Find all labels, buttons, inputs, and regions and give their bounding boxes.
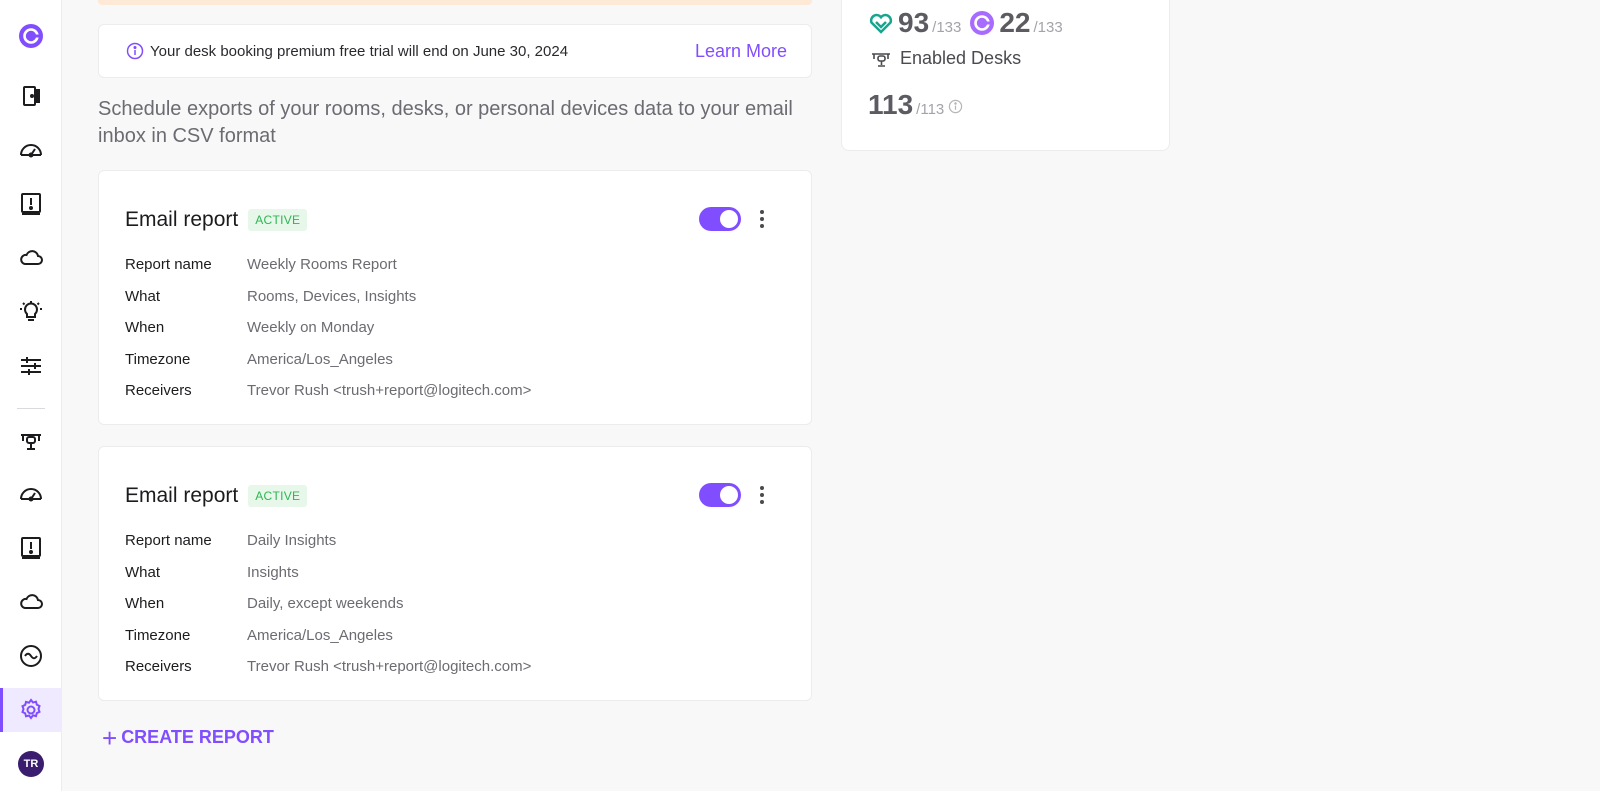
detail-row: Timezone America/Los_Angeles: [125, 344, 531, 376]
detail-label: What: [125, 563, 161, 581]
detail-label: What: [125, 287, 161, 305]
detail-row: Report name Weekly Rooms Report: [125, 249, 531, 281]
sync-logo-icon: [970, 11, 995, 35]
cloud-icon[interactable]: [0, 236, 62, 280]
detail-label: Report name: [125, 256, 212, 274]
create-report-label: CREATE REPORT: [121, 727, 274, 747]
report-title: Email report: [125, 484, 239, 507]
detail-label: When: [125, 595, 165, 613]
detail-value: America/Los_Angeles: [247, 626, 393, 644]
desk-chair-icon[interactable]: [0, 418, 62, 462]
healthy-total: /133: [932, 19, 962, 36]
detail-value: America/Los_Angeles: [247, 350, 393, 368]
page-description: Schedule exports of your rooms, desks, o…: [98, 98, 793, 147]
healthy-heart-icon: [869, 13, 893, 34]
plus-icon: +: [102, 722, 118, 753]
learn-more-link[interactable]: Learn More: [695, 41, 787, 62]
status-badge: ACTIVE: [248, 485, 308, 507]
detail-label: Receivers: [125, 382, 192, 400]
more-options-icon[interactable]: [753, 483, 771, 507]
detail-value: Trevor Rush <trush+report@logitech.com>: [247, 658, 532, 676]
healthy-count: 93: [898, 7, 930, 38]
detail-value: Weekly Rooms Report: [247, 256, 397, 274]
report-enabled-toggle[interactable]: [699, 207, 741, 231]
top-notice-strip: [98, 0, 812, 5]
toggle-knob: [720, 486, 738, 504]
dashboard-gauge-icon[interactable]: [0, 128, 62, 172]
more-options-icon[interactable]: [753, 207, 771, 231]
sync-total: /133: [1033, 19, 1063, 36]
alert-report-icon[interactable]: [0, 182, 62, 226]
report-card: Email report ACTIVE Report name Weekly R…: [98, 170, 812, 425]
avatar[interactable]: TR: [18, 751, 44, 777]
toggle-knob: [720, 210, 738, 228]
status-badge: ACTIVE: [248, 209, 308, 231]
detail-row: Report name Daily Insights: [125, 525, 531, 557]
detail-value: Daily Insights: [247, 532, 337, 550]
report-header: Email report ACTIVE: [125, 207, 308, 233]
report-enabled-toggle[interactable]: [699, 483, 741, 507]
desk-count: 113 /113: [868, 89, 963, 121]
sidebar-divider: [17, 408, 45, 409]
detail-label: Timezone: [125, 350, 191, 368]
report-details: Report name Weekly Rooms Report What Roo…: [125, 249, 531, 407]
report-details: Report name Daily Insights What Insights…: [125, 525, 531, 683]
detail-row: Timezone America/Los_Angeles: [125, 620, 531, 652]
desks-total: /113: [916, 101, 945, 118]
detail-value: Weekly on Monday: [247, 319, 375, 337]
detail-row: Receivers Trevor Rush <trush+report@logi…: [125, 375, 531, 407]
sidebar: TR: [0, 0, 62, 791]
detail-row: What Rooms, Devices, Insights: [125, 281, 531, 313]
dashboard-gauge-icon[interactable]: [0, 472, 62, 516]
report-title: Email report: [125, 208, 239, 231]
integrations-icon[interactable]: [0, 634, 62, 678]
trial-text: Your desk booking premium free trial wil…: [150, 42, 569, 60]
trial-banner: Your desk booking premium free trial wil…: [98, 24, 812, 78]
desks-count: 113: [868, 89, 914, 120]
detail-value: Rooms, Devices, Insights: [247, 287, 417, 305]
detail-value: Trevor Rush <trush+report@logitech.com>: [247, 382, 532, 400]
enabled-desks-header: Enabled Desks: [870, 47, 1021, 69]
report-header: Email report ACTIVE: [125, 483, 308, 509]
detail-row: When Daily, except weekends: [125, 588, 531, 620]
settings-gear-icon[interactable]: [0, 688, 62, 732]
detail-row: Receivers Trevor Rush <trush+report@logi…: [125, 651, 531, 683]
summary-card: 93 /133 22 /133 Enabled Desks 113 /113: [841, 0, 1170, 151]
cloud-icon[interactable]: [0, 580, 62, 624]
detail-label: Receivers: [125, 658, 192, 676]
report-card: Email report ACTIVE Report name Daily In…: [98, 446, 812, 701]
info-icon[interactable]: [948, 99, 963, 114]
sliders-icon[interactable]: [0, 344, 62, 388]
detail-value: Daily, except weekends: [247, 595, 404, 613]
info-icon: [126, 42, 144, 60]
desk-chair-icon: [872, 53, 890, 67]
detail-label: Report name: [125, 532, 212, 550]
logo-icon[interactable]: [0, 14, 62, 58]
sync-count: 22: [999, 7, 1031, 38]
detail-label: Timezone: [125, 626, 191, 644]
detail-row: What Insights: [125, 557, 531, 589]
device-stats: 93 /133 22 /133: [868, 7, 1071, 39]
detail-label: When: [125, 319, 165, 337]
room-door-icon[interactable]: [0, 74, 62, 118]
enabled-desks-label: Enabled Desks: [900, 47, 1022, 68]
detail-value: Insights: [247, 563, 299, 581]
insights-bulb-icon[interactable]: [0, 290, 62, 334]
detail-row: When Weekly on Monday: [125, 312, 531, 344]
create-report-button[interactable]: + CREATE REPORT: [102, 722, 274, 753]
alert-report-icon[interactable]: [0, 526, 62, 570]
